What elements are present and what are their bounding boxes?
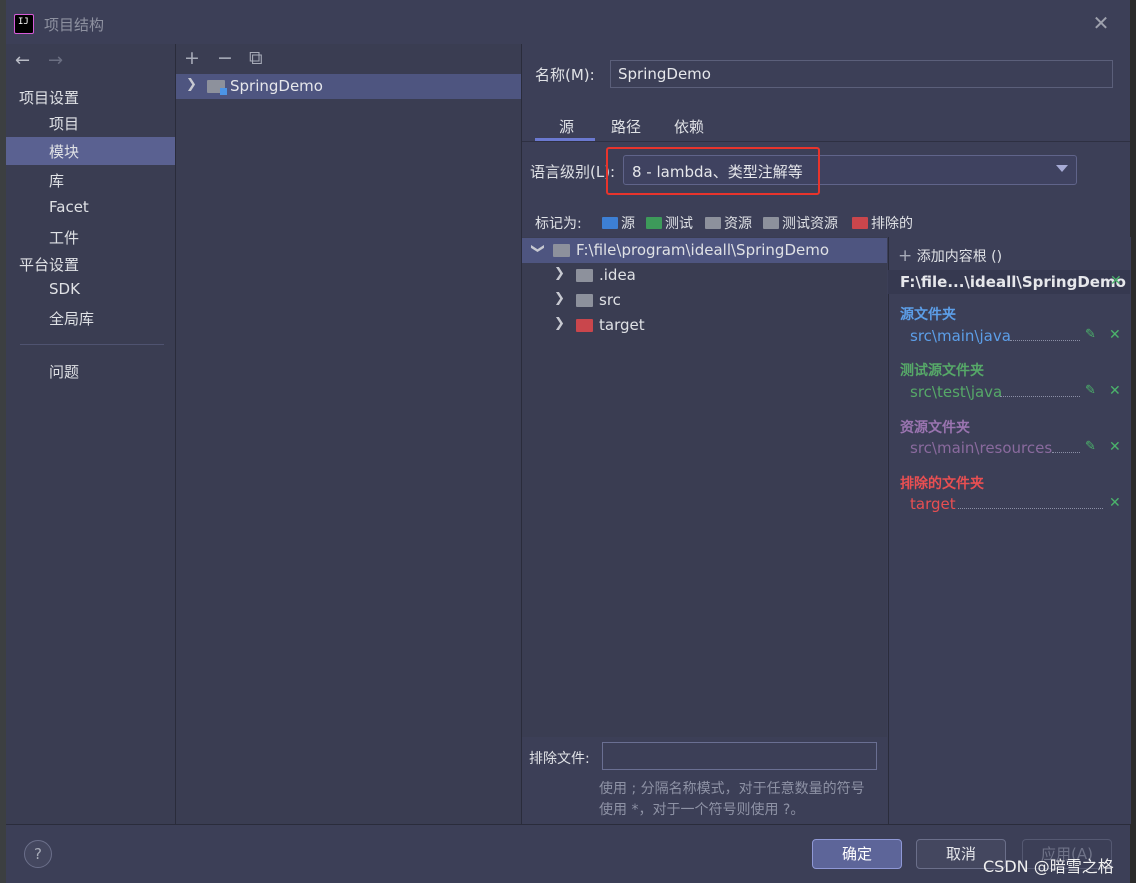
remove-module-icon[interactable]: − xyxy=(217,47,233,69)
language-level-select[interactable]: 8 - lambda、类型注解等 xyxy=(623,155,1077,185)
csdn-watermark: CSDN @暗雪之格 xyxy=(983,857,1114,876)
exclude-hint-line-2: 使用 *，对于一个符号则使用 ?。 xyxy=(599,802,805,818)
edit-pencil-icon[interactable]: ✎ xyxy=(1085,383,1096,398)
tree-row-target[interactable]: ❯ target xyxy=(522,313,887,338)
nav-item-modules[interactable]: 模块 xyxy=(6,137,175,165)
footer-divider xyxy=(6,824,1130,825)
mark-as-tests[interactable]: 测试 xyxy=(646,213,693,233)
content-roots-panel xyxy=(888,237,1131,824)
tab-paths[interactable]: 路径 xyxy=(611,116,641,137)
edit-pencil-icon[interactable]: ✎ xyxy=(1085,439,1096,454)
remove-folder-icon[interactable]: ✕ xyxy=(1109,327,1121,343)
exclude-hint-line-1: 使用 ; 分隔名称模式，对于任意数量的符号 xyxy=(599,781,865,797)
tab-sources[interactable]: 源 xyxy=(559,116,574,137)
excluded-folder-icon xyxy=(852,217,868,229)
excluded-folder-path: target xyxy=(910,495,956,513)
remove-folder-icon[interactable]: ✕ xyxy=(1109,383,1121,399)
exclude-files-input[interactable] xyxy=(602,742,877,770)
mark-as-sources[interactable]: 源 xyxy=(602,213,635,233)
name-label: 名称(M): xyxy=(535,66,595,84)
intellij-app-icon: IJ xyxy=(14,14,34,34)
edit-pencil-icon[interactable]: ✎ xyxy=(1085,327,1096,342)
chevron-down-icon[interactable]: ❯ xyxy=(530,243,545,254)
dotted-leader xyxy=(958,508,1103,509)
folder-icon xyxy=(553,244,570,257)
chevron-right-icon[interactable]: ❯ xyxy=(554,266,565,281)
exclude-files-label: 排除文件: xyxy=(529,751,590,767)
nav-item-global-libraries[interactable]: 全局库 xyxy=(6,304,175,332)
nav-section-project-settings: 项目设置 xyxy=(19,89,80,107)
language-level-value: 8 - lambda、类型注解等 xyxy=(632,163,803,181)
dotted-leader xyxy=(1000,396,1080,397)
ok-button[interactable]: 确定 xyxy=(812,839,902,869)
mark-as-excluded[interactable]: 排除的 xyxy=(852,213,913,233)
nav-section-platform-settings: 平台设置 xyxy=(19,256,80,274)
sources-folder-icon xyxy=(602,217,618,229)
module-row-springdemo[interactable]: ❯ SpringDemo xyxy=(176,74,521,99)
dotted-leader xyxy=(1010,340,1080,341)
language-level-label: 语言级别(L): xyxy=(530,163,616,181)
help-button[interactable]: ? xyxy=(24,840,52,868)
resource-folder-path: src\main\resources xyxy=(910,439,1053,457)
source-folders-title: 源文件夹 xyxy=(900,307,956,323)
resources-folder-icon xyxy=(705,217,721,229)
add-module-icon[interactable]: + xyxy=(184,47,200,69)
nav-item-project[interactable]: 项目 xyxy=(6,109,175,137)
dotted-leader xyxy=(1052,452,1080,453)
add-content-root-button[interactable]: + 添加内容根 () xyxy=(898,246,1002,266)
source-folder-path: src\main\java xyxy=(910,327,1011,345)
content-root-path: F:\file...\ideall\SpringDemo xyxy=(900,273,1126,291)
remove-root-icon[interactable]: ✕ xyxy=(1110,273,1122,289)
close-icon[interactable]: ✕ xyxy=(1090,12,1112,34)
chevron-right-icon[interactable]: ❯ xyxy=(554,316,565,331)
test-source-folder-path: src\test\java xyxy=(910,383,1003,401)
chevron-right-icon[interactable]: ❯ xyxy=(186,77,197,92)
mark-as-resources[interactable]: 资源 xyxy=(705,213,752,233)
module-name: SpringDemo xyxy=(230,77,323,95)
back-arrow-icon[interactable]: ← xyxy=(15,50,30,71)
tree-row-idea[interactable]: ❯ .idea xyxy=(522,263,887,288)
chevron-right-icon[interactable]: ❯ xyxy=(554,291,565,306)
tab-dependencies[interactable]: 依赖 xyxy=(674,116,704,137)
forward-arrow-icon[interactable]: → xyxy=(48,50,63,71)
resource-folders-title: 资源文件夹 xyxy=(900,420,970,436)
excluded-folders-title: 排除的文件夹 xyxy=(900,476,984,492)
module-folder-icon xyxy=(207,80,227,95)
tree-row-root[interactable]: ❯ F:\file\program\ideall\SpringDemo xyxy=(522,238,887,263)
title-bar xyxy=(6,0,1130,44)
nav-item-libraries[interactable]: 库 xyxy=(6,166,175,194)
module-list-panel xyxy=(176,44,522,824)
nav-divider xyxy=(20,344,164,345)
dropdown-arrow-icon xyxy=(1056,165,1068,172)
nav-item-facets[interactable]: Facet xyxy=(6,194,175,222)
nav-item-artifacts[interactable]: 工件 xyxy=(6,223,175,251)
nav-item-sdk[interactable]: SDK xyxy=(6,276,175,304)
folder-icon xyxy=(576,294,593,307)
tabs-divider xyxy=(522,141,1130,142)
test-folder-icon xyxy=(646,217,662,229)
nav-item-problems[interactable]: 问题 xyxy=(6,357,175,385)
tree-row-src[interactable]: ❯ src xyxy=(522,288,887,313)
copy-module-icon[interactable]: ⧉ xyxy=(249,47,263,69)
test-resources-folder-icon xyxy=(763,217,779,229)
excluded-folder-icon xyxy=(576,319,593,332)
remove-folder-icon[interactable]: ✕ xyxy=(1109,495,1121,511)
mark-as-label: 标记为: xyxy=(535,216,582,232)
remove-folder-icon[interactable]: ✕ xyxy=(1109,439,1121,455)
mark-as-test-resources[interactable]: 测试资源 xyxy=(763,213,838,233)
window-title: 项目结构 xyxy=(44,16,105,34)
folder-icon xyxy=(576,269,593,282)
test-source-folders-title: 测试源文件夹 xyxy=(900,363,984,379)
module-name-input[interactable] xyxy=(610,60,1113,88)
